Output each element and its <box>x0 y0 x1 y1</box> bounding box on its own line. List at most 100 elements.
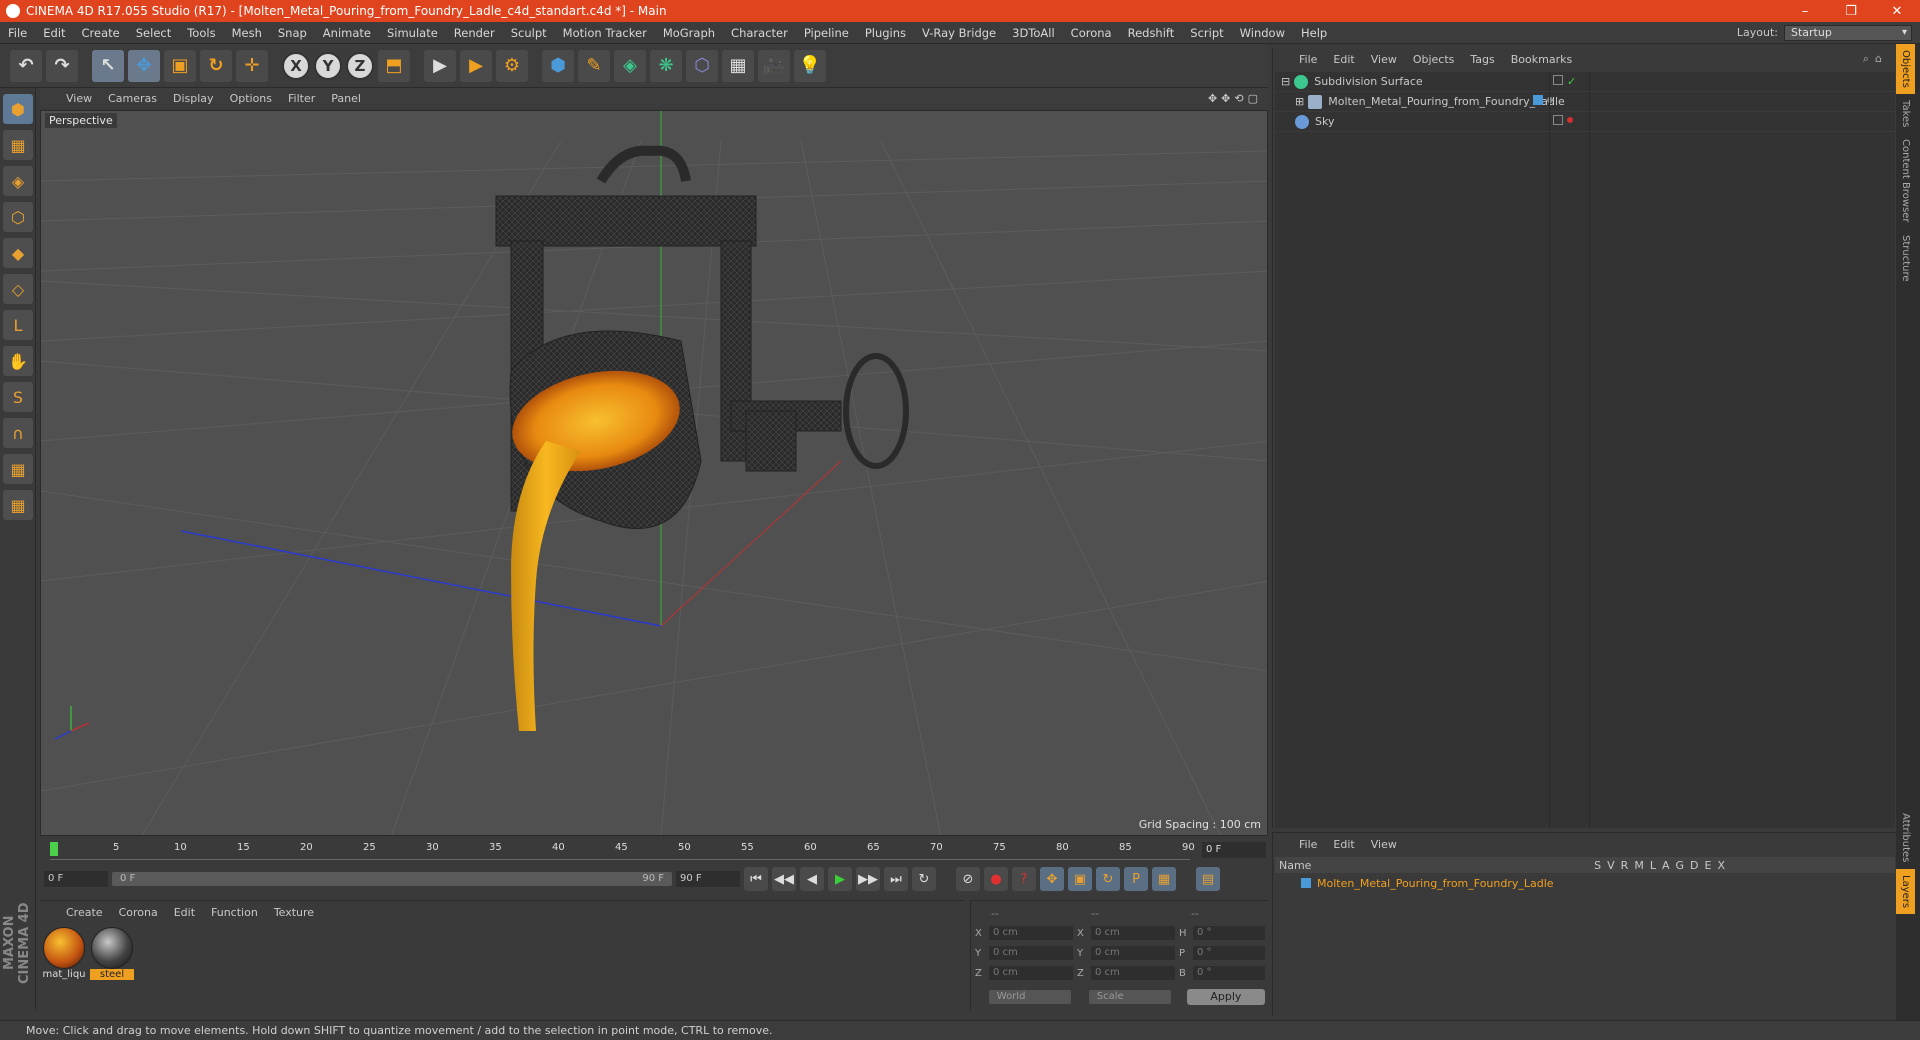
viewport-menu-display[interactable]: Display <box>165 92 222 105</box>
collapse-icon[interactable]: ⊟ <box>1281 75 1290 88</box>
menu-tools[interactable]: Tools <box>179 26 223 40</box>
viewport-camera-label[interactable]: Perspective <box>45 113 117 128</box>
layout-dropdown[interactable]: Startup <box>1784 24 1912 41</box>
menu-corona[interactable]: Corona <box>1063 26 1120 40</box>
lock-workplane-icon[interactable]: ▦ <box>3 454 33 484</box>
object-row-sky[interactable]: Sky <box>1275 112 1895 132</box>
material-menu-corona[interactable]: Corona <box>111 906 166 919</box>
key-position-button[interactable]: ✥ <box>1040 867 1064 891</box>
apply-button[interactable]: Apply <box>1186 989 1265 1005</box>
visibility-dot-icon[interactable] <box>1567 117 1573 123</box>
column-generators[interactable]: G <box>1675 859 1684 872</box>
size-z-field[interactable]: 0 cm <box>1091 966 1175 980</box>
column-xref[interactable]: X <box>1717 859 1725 872</box>
viewport-menu-cameras[interactable]: Cameras <box>100 92 165 105</box>
planar-workplane-icon[interactable]: ▦ <box>3 490 33 520</box>
om-menu-objects[interactable]: Objects <box>1405 53 1463 66</box>
render-view-button[interactable]: ▶ <box>424 49 456 82</box>
menu-snap[interactable]: Snap <box>270 26 315 40</box>
layer-color-icon[interactable] <box>1301 878 1311 888</box>
previous-frame-button[interactable]: ◀ <box>800 867 824 891</box>
column-locked[interactable]: L <box>1650 859 1656 872</box>
array-button[interactable]: ❋ <box>650 49 682 82</box>
menu-create[interactable]: Create <box>74 26 128 40</box>
menu-animate[interactable]: Animate <box>315 26 379 40</box>
pen-spline-button[interactable]: ✎ <box>578 49 610 82</box>
column-manager[interactable]: M <box>1634 859 1644 872</box>
column-expressions[interactable]: E <box>1705 859 1712 872</box>
menu-help[interactable]: Help <box>1293 26 1335 40</box>
autokey-button[interactable]: ? <box>1012 867 1036 891</box>
create-tool-button[interactable]: ✛ <box>236 49 268 82</box>
viewport-navigation-icons[interactable]: ✥✥⟲▢ <box>1208 92 1268 105</box>
menu-mograph[interactable]: MoGraph <box>655 26 723 40</box>
scale-dropdown[interactable]: Scale <box>1088 990 1172 1004</box>
edges-mode-icon[interactable]: ◆ <box>3 238 33 268</box>
menu-script[interactable]: Script <box>1182 26 1231 40</box>
size-x-field[interactable]: 0 cm <box>1091 926 1175 940</box>
material-swatch[interactable]: mat_liqu <box>42 927 86 980</box>
position-z-field[interactable]: 0 cm <box>989 966 1073 980</box>
column-solo[interactable]: S <box>1594 859 1601 872</box>
render-picture-viewer-button[interactable]: ▶ <box>460 49 492 82</box>
size-y-field[interactable]: 0 cm <box>1091 946 1175 960</box>
floor-button[interactable]: ▦ <box>722 49 754 82</box>
menu-pipeline[interactable]: Pipeline <box>796 26 857 40</box>
menu-edit[interactable]: Edit <box>35 26 73 40</box>
x-axis-lock-button[interactable]: X <box>282 51 310 80</box>
material-menu-create[interactable]: Create <box>58 906 111 919</box>
frame-range-slider[interactable]: 0 F 90 F <box>112 872 672 886</box>
workplane-mode-icon[interactable]: ◈ <box>3 166 33 196</box>
select-tool-button[interactable]: ↖ <box>92 49 124 82</box>
om-menu-view[interactable]: View <box>1363 53 1405 66</box>
subdivision-surface-button[interactable]: ◈ <box>614 49 646 82</box>
go-to-end-button[interactable]: ⏭ <box>884 867 908 891</box>
menu-render[interactable]: Render <box>446 26 503 40</box>
play-button[interactable]: ▶ <box>828 867 852 891</box>
rotation-h-field[interactable]: 0 ° <box>1193 926 1265 940</box>
playhead-marker[interactable] <box>50 842 58 856</box>
rotation-p-field[interactable]: 0 ° <box>1193 946 1265 960</box>
scale-tool-button[interactable]: ▣ <box>164 49 196 82</box>
lm-menu-file[interactable]: File <box>1291 838 1325 851</box>
minimize-button[interactable]: – <box>1782 4 1828 19</box>
timeline-window-button[interactable]: ▤ <box>1196 867 1220 891</box>
go-to-start-button[interactable]: ⏮ <box>744 867 768 891</box>
layer-row[interactable]: Molten_Metal_Pouring_from_Foundry_Ladle <box>1275 875 1895 891</box>
key-scale-button[interactable]: ▣ <box>1068 867 1092 891</box>
menu-sculpt[interactable]: Sculpt <box>503 26 555 40</box>
current-frame-field[interactable]: 0 F <box>1202 842 1266 858</box>
column-divider[interactable] <box>1589 72 1590 828</box>
object-row-ladle[interactable]: ⊞ Molten_Metal_Pouring_from_Foundry_Ladl… <box>1275 92 1895 112</box>
snap-icon[interactable]: S <box>3 382 33 412</box>
magnet-icon[interactable]: ∩ <box>3 418 33 448</box>
column-deformers[interactable]: D <box>1690 859 1698 872</box>
camera-button[interactable]: 🎥 <box>758 49 790 82</box>
layer-flag-icon[interactable] <box>1553 115 1563 125</box>
viewport-menu-filter[interactable]: Filter <box>280 92 323 105</box>
visibility-dot-icon[interactable] <box>1547 97 1553 103</box>
timeline-ruler[interactable]: 0 5 10 15 20 25 30 35 40 45 50 55 60 65 … <box>40 840 1268 862</box>
position-x-field[interactable]: 0 cm <box>989 926 1073 940</box>
column-render[interactable]: R <box>1621 859 1629 872</box>
viewport-menu-options[interactable]: Options <box>222 92 280 105</box>
search-icon[interactable]: ⌕⌂ <box>1863 52 1896 66</box>
menu-3dtoall[interactable]: 3DToAll <box>1004 26 1063 40</box>
tab-content-browser[interactable]: Content Browser <box>1896 133 1915 228</box>
maximize-button[interactable]: ❐ <box>1828 4 1874 19</box>
key-pla-button[interactable]: ▦ <box>1152 867 1176 891</box>
lm-menu-view[interactable]: View <box>1363 838 1405 851</box>
menu-character[interactable]: Character <box>723 26 796 40</box>
z-axis-lock-button[interactable]: Z <box>346 51 374 80</box>
y-axis-lock-button[interactable]: Y <box>314 51 342 80</box>
menu-simulate[interactable]: Simulate <box>379 26 446 40</box>
layer-name-column[interactable]: Name <box>1279 859 1311 872</box>
key-parameter-button[interactable]: P <box>1124 867 1148 891</box>
column-view[interactable]: V <box>1607 859 1615 872</box>
material-menu-edit[interactable]: Edit <box>166 906 203 919</box>
material-swatch[interactable]: steel <box>90 927 134 980</box>
viewport-menu-panel[interactable]: Panel <box>323 92 369 105</box>
om-menu-bookmarks[interactable]: Bookmarks <box>1503 53 1580 66</box>
rotation-b-field[interactable]: 0 ° <box>1193 966 1265 980</box>
column-animation[interactable]: A <box>1662 859 1670 872</box>
